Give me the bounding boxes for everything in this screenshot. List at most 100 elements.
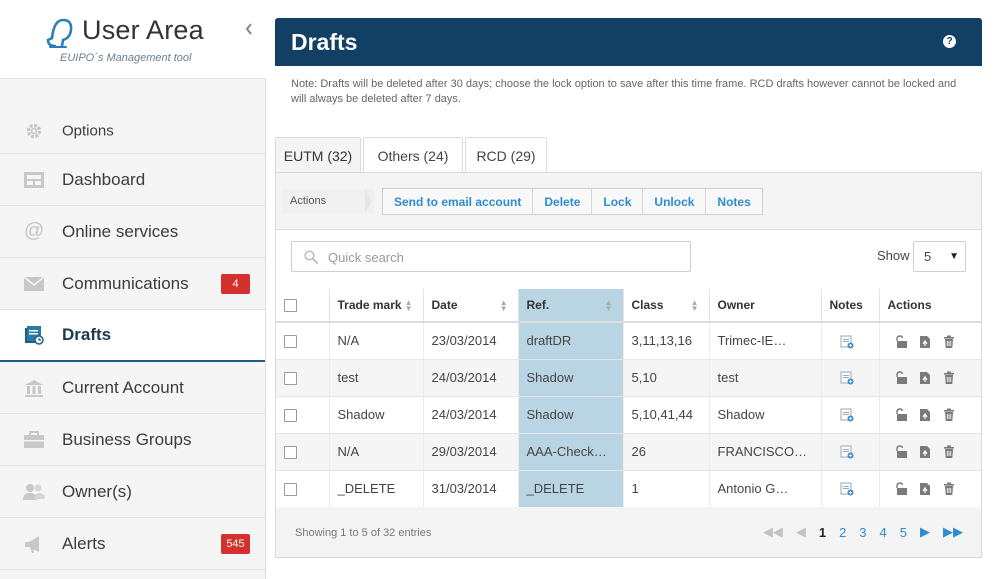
sidebar-item-current-account[interactable]: Current Account bbox=[0, 362, 265, 414]
table-row[interactable]: N/A 23/03/2014 draftDR 3,11,13,16 Trimec-IE… bbox=[276, 322, 981, 360]
sort-icon: ▲ ▼ bbox=[604, 298, 613, 313]
search-box bbox=[291, 241, 691, 272]
sidebar-item-options[interactable]: Options bbox=[0, 108, 265, 154]
lock-icon[interactable] bbox=[894, 482, 908, 496]
search-input[interactable] bbox=[328, 247, 683, 267]
add-note-icon[interactable] bbox=[840, 408, 854, 422]
delete-button[interactable]: Delete bbox=[533, 189, 593, 214]
actions-cell bbox=[879, 470, 981, 508]
sidebar-item-label: Communications bbox=[62, 273, 189, 293]
tab-eutm[interactable]: EUTM (32) bbox=[275, 137, 361, 174]
sidebar-item-label: Dashboard bbox=[62, 169, 146, 189]
add-note-icon[interactable] bbox=[840, 445, 854, 459]
sidebar-item-communications[interactable]: Communications 4 bbox=[0, 258, 265, 310]
open-document-icon[interactable] bbox=[918, 408, 932, 422]
trash-icon[interactable] bbox=[942, 335, 956, 349]
sidebar-nav: Options Dashboard @ Online services Comm… bbox=[0, 108, 265, 570]
ref-cell: Shadow bbox=[518, 359, 624, 397]
lock-button[interactable]: Lock bbox=[592, 189, 644, 214]
notes-button[interactable]: Notes bbox=[706, 189, 761, 214]
communications-count-badge: 4 bbox=[221, 273, 250, 294]
trade-mark-cell: _DELETE bbox=[329, 470, 424, 508]
tab-rcd[interactable]: RCD (29) bbox=[465, 137, 547, 173]
sidebar-item-online-services[interactable]: @ Online services bbox=[0, 206, 265, 258]
sidebar-item-alerts[interactable]: Alerts 545 bbox=[0, 518, 265, 570]
users-icon bbox=[22, 481, 46, 503]
table-row[interactable]: Shadow 24/03/2014 Shadow 5,10,41,44 Shadow bbox=[276, 396, 981, 434]
add-note-icon[interactable] bbox=[840, 371, 854, 385]
sidebar: User Area EUIPO´s Management tool Option… bbox=[0, 0, 266, 579]
page-size-select[interactable]: 5 ▼ bbox=[913, 241, 966, 272]
open-document-icon[interactable] bbox=[918, 482, 932, 496]
row-select-cell bbox=[276, 396, 330, 434]
tab-bar: EUTM (32) Others (24) RCD (29) bbox=[275, 137, 982, 174]
page-link-4[interactable]: 4 bbox=[880, 525, 887, 540]
unlock-button[interactable]: Unlock bbox=[643, 189, 707, 214]
help-button[interactable]: ? bbox=[943, 35, 956, 48]
table-row[interactable]: _DELETE 31/03/2014 _DELETE 1 Antonio G… bbox=[276, 470, 981, 508]
page-link-2[interactable]: 2 bbox=[839, 525, 846, 540]
table-row[interactable]: N/A 29/03/2014 AAA-Check… 26 FRANCISCO… bbox=[276, 433, 981, 471]
trash-icon[interactable] bbox=[942, 408, 956, 422]
row-checkbox[interactable] bbox=[284, 372, 297, 386]
drafts-table: Trade mark ▲ ▼ Date ▲ ▼ Ref. ▲ ▼ Class ▲ ▼ Owner… bbox=[276, 289, 981, 508]
tab-others[interactable]: Others (24) bbox=[363, 137, 463, 173]
select-all-checkbox[interactable] bbox=[284, 299, 297, 313]
row-checkbox[interactable] bbox=[284, 335, 297, 349]
sidebar-item-business-groups[interactable]: Business Groups bbox=[0, 414, 265, 466]
open-document-icon[interactable] bbox=[918, 335, 932, 349]
column-header-trade-mark[interactable]: Trade mark ▲ ▼ bbox=[329, 289, 424, 323]
actions-toolbar: Actions Send to email account Delete Loc… bbox=[276, 173, 981, 230]
column-label: Trade mark bbox=[337, 298, 402, 312]
lock-icon[interactable] bbox=[894, 371, 908, 385]
notes-cell bbox=[821, 470, 880, 508]
class-cell: 5,10 bbox=[623, 359, 710, 397]
column-header-ref[interactable]: Ref. ▲ ▼ bbox=[518, 289, 624, 323]
row-checkbox[interactable] bbox=[284, 446, 297, 460]
trash-icon[interactable] bbox=[942, 445, 956, 459]
add-note-icon[interactable] bbox=[840, 335, 854, 349]
date-cell: 24/03/2014 bbox=[423, 359, 519, 397]
sidebar-item-owners[interactable]: Owner(s) bbox=[0, 466, 265, 518]
actions-cell bbox=[879, 433, 981, 471]
column-header-date[interactable]: Date ▲ ▼ bbox=[423, 289, 519, 323]
sidebar-item-drafts[interactable]: Drafts bbox=[0, 310, 265, 362]
first-page-icon[interactable]: ◀◀ bbox=[763, 524, 783, 540]
trade-mark-cell: N/A bbox=[329, 433, 424, 471]
trash-icon[interactable] bbox=[942, 482, 956, 496]
brand-header: User Area EUIPO´s Management tool bbox=[0, 0, 266, 79]
collapse-sidebar-button[interactable] bbox=[244, 22, 258, 42]
trash-icon[interactable] bbox=[942, 371, 956, 385]
column-header-owner[interactable]: Owner bbox=[709, 289, 822, 323]
row-select-cell bbox=[276, 359, 330, 397]
page-link-5[interactable]: 5 bbox=[900, 525, 907, 540]
table-row[interactable]: test 24/03/2014 Shadow 5,10 test bbox=[276, 359, 981, 397]
owner-cell: Shadow bbox=[709, 396, 822, 434]
last-page-icon[interactable]: ▶▶ bbox=[943, 524, 963, 540]
app-window: User Area EUIPO´s Management tool Option… bbox=[0, 0, 1000, 579]
open-document-icon[interactable] bbox=[918, 445, 932, 459]
sidebar-item-dashboard[interactable]: Dashboard bbox=[0, 154, 265, 206]
column-header-class[interactable]: Class ▲ ▼ bbox=[623, 289, 710, 323]
previous-page-icon[interactable]: ◀ bbox=[796, 524, 806, 540]
send-to-email-button[interactable]: Send to email account bbox=[383, 189, 534, 214]
page-link-3[interactable]: 3 bbox=[859, 525, 866, 540]
chevron-left-icon bbox=[245, 23, 252, 35]
owner-cell: FRANCISCO… bbox=[709, 433, 822, 471]
open-document-icon[interactable] bbox=[918, 371, 932, 385]
row-checkbox[interactable] bbox=[284, 409, 297, 423]
euipo-logo-icon bbox=[46, 18, 73, 48]
alerts-count-badge: 545 bbox=[221, 533, 250, 554]
actions-cell bbox=[879, 396, 981, 434]
show-label: Show bbox=[877, 248, 910, 263]
lock-icon[interactable] bbox=[894, 408, 908, 422]
page-link-1[interactable]: 1 bbox=[819, 525, 826, 540]
add-note-icon[interactable] bbox=[840, 482, 854, 496]
bank-icon bbox=[22, 377, 46, 399]
lock-icon[interactable] bbox=[894, 334, 908, 349]
megaphone-icon bbox=[22, 533, 46, 555]
row-checkbox[interactable] bbox=[284, 483, 297, 497]
sidebar-item-label: Owner(s) bbox=[62, 481, 132, 501]
lock-icon[interactable] bbox=[894, 445, 908, 459]
next-page-icon[interactable]: ▶ bbox=[920, 524, 930, 540]
